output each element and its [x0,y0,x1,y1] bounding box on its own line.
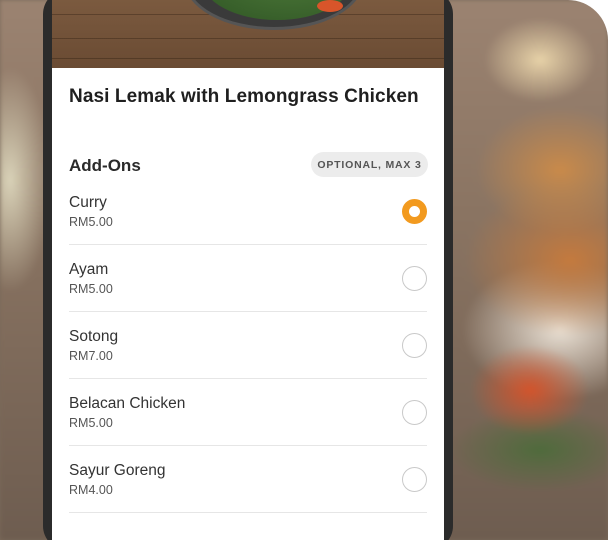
addon-option-sayur-goreng[interactable]: Sayur Goreng RM4.00 [69,446,427,513]
addon-option-ayam[interactable]: Ayam RM5.00 [69,245,427,312]
item-title: Nasi Lemak with Lemongrass Chicken [69,86,419,107]
food-photo [52,0,444,68]
radio-unselected-icon[interactable] [402,400,427,425]
addons-list: Curry RM5.00 Ayam RM5.00 Sotong RM7.00 B… [69,178,427,513]
radio-unselected-icon[interactable] [402,333,427,358]
addon-option-sotong[interactable]: Sotong RM7.00 [69,312,427,379]
addon-price: RM5.00 [69,215,113,229]
addon-price: RM5.00 [69,282,113,296]
radio-unselected-icon[interactable] [402,467,427,492]
radio-unselected-icon[interactable] [402,266,427,291]
addons-section-title: Add-Ons [69,156,141,175]
addon-option-belacan-chicken[interactable]: Belacan Chicken RM5.00 [69,379,427,446]
addon-price: RM4.00 [69,483,113,497]
addon-price: RM5.00 [69,416,113,430]
addon-option-curry[interactable]: Curry RM5.00 [69,178,427,245]
radio-selected-icon[interactable] [402,199,427,224]
addon-name: Curry [69,194,107,211]
addon-name: Belacan Chicken [69,395,186,412]
sambal-image [317,0,343,12]
addon-name: Ayam [69,261,109,278]
addon-price: RM7.00 [69,349,113,363]
addon-name: Sayur Goreng [69,462,166,479]
addon-name: Sotong [69,328,119,345]
optional-badge: OPTIONAL, MAX 3 [311,152,428,177]
menu-item-screen: Nasi Lemak with Lemongrass Chicken Add-O… [52,0,444,540]
